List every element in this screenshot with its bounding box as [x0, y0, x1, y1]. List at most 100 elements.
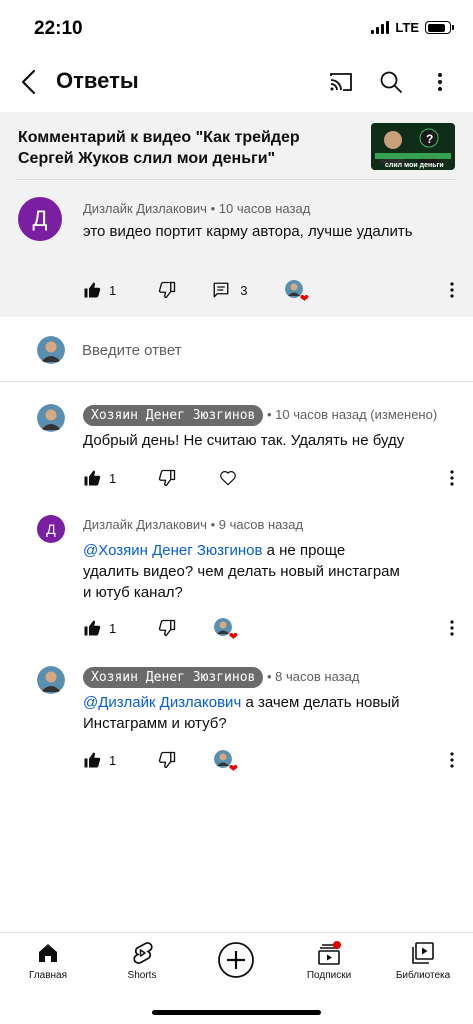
owner-author-chip[interactable]: Хозяин Денег Зюзгинов [83, 667, 264, 688]
comment-text: @Хозяин Денег Зюзгинов а не проще удалит… [83, 540, 403, 603]
more-vert-icon [450, 470, 454, 486]
thumbs-up-filled-icon [84, 282, 101, 298]
battery-icon [425, 21, 454, 34]
more-options-button[interactable] [428, 67, 452, 97]
comment-actions: 1 [83, 748, 176, 772]
dislike-button[interactable] [158, 619, 176, 637]
thumbs-up-filled-icon [84, 752, 101, 768]
replies-button[interactable]: 3 [212, 281, 247, 299]
avatar[interactable] [37, 666, 65, 694]
comment-text: @Дизлайк Дизлакович а зачем делать новый… [83, 692, 413, 734]
like-count: 1 [109, 752, 117, 768]
heart-icon: ❤ [228, 763, 238, 775]
like-count: 1 [109, 620, 117, 636]
nav-shorts-label: Shorts [127, 970, 157, 981]
creator-heart[interactable]: ❤ [214, 750, 238, 775]
back-button[interactable] [14, 66, 46, 98]
avatar[interactable] [37, 404, 65, 432]
comment-text: Добрый день! Не считаю так. Удалять не б… [83, 432, 405, 449]
like-button[interactable]: 1 [83, 619, 116, 637]
creator-heart[interactable]: ❤ [285, 280, 309, 305]
dislike-button[interactable] [158, 751, 176, 769]
nav-subscriptions[interactable]: Подписки [289, 933, 369, 993]
comment-actions: 1 3 [83, 278, 247, 302]
reply-item: Хозяин Денег Зюзгинов • 10 часов назад (… [0, 400, 473, 504]
thumbs-down-icon [159, 751, 176, 769]
subscriptions-icon [318, 941, 341, 965]
comment-meta: Дизлайк Дизлакович • 10 часов назад [83, 201, 310, 216]
comment-icon [213, 282, 229, 298]
more-vert-icon [450, 752, 454, 768]
cast-button[interactable] [326, 67, 356, 97]
like-button[interactable]: 1 [83, 751, 116, 769]
comment-menu-button[interactable] [444, 616, 460, 640]
meta-separator: • [267, 669, 276, 684]
divider [16, 179, 457, 180]
thumbs-up-filled-icon [84, 470, 101, 486]
status-bar: 22:10 LTE [0, 0, 473, 56]
comment-meta: Дизлайк Дизлакович • 9 часов назад [83, 517, 303, 532]
network-label: LTE [395, 20, 419, 35]
mention-link[interactable]: @Хозяин Денег Зюзгинов [83, 542, 262, 559]
meta-separator: • [267, 407, 276, 422]
mention-link[interactable]: @Дизлайк Дизлакович [83, 694, 241, 711]
user-avatar [37, 336, 65, 364]
home-icon [39, 944, 57, 962]
avatar[interactable]: Д [37, 515, 65, 543]
status-icons: LTE [371, 20, 454, 35]
owner-author-chip[interactable]: Хозяин Денег Зюзгинов [83, 405, 264, 426]
comment-meta: Хозяин Денег Зюзгинов • 10 часов назад (… [83, 405, 437, 426]
svg-text:?: ? [426, 132, 433, 146]
signal-icon [371, 21, 390, 34]
heart-button[interactable] [219, 469, 237, 487]
nav-create-button[interactable] [196, 933, 276, 993]
cast-icon [330, 73, 352, 91]
app-header: Ответы [0, 56, 473, 112]
like-button[interactable]: 1 [83, 281, 116, 299]
thumbs-down-icon [159, 469, 176, 487]
comment-menu-button[interactable] [444, 748, 460, 772]
comment-time: 10 часов назад (изменено) [275, 407, 438, 422]
search-button[interactable] [376, 67, 406, 97]
avatar[interactable]: Д [18, 197, 62, 241]
comment-time: 10 часов назад [218, 201, 311, 216]
comment-menu-button[interactable] [444, 466, 460, 490]
status-time: 22:10 [34, 18, 83, 39]
home-indicator[interactable] [152, 1010, 321, 1015]
shorts-icon [133, 942, 153, 964]
like-button[interactable]: 1 [83, 469, 116, 487]
reply-item: Хозяин Денег Зюзгинов • 8 часов назад @Д… [0, 664, 473, 784]
creator-heart[interactable]: ❤ [214, 618, 238, 643]
video-title[interactable]: Комментарий к видео "Как трейдер Сергей … [18, 127, 358, 169]
comment-author[interactable]: Дизлайк Дизлакович [83, 517, 207, 532]
heart-icon: ❤ [228, 631, 238, 643]
more-vert-icon [438, 73, 442, 91]
comment-text: это видео портит карму автора, лучше уда… [83, 223, 413, 240]
nav-library-label: Библиотека [395, 970, 451, 981]
more-vert-icon [450, 282, 454, 298]
library-icon [412, 942, 434, 964]
reply-box [0, 318, 473, 382]
more-vert-icon [450, 620, 454, 636]
nav-home[interactable]: Главная [8, 933, 88, 993]
comment-author[interactable]: Дизлайк Дизлакович [83, 201, 207, 216]
like-count: 1 [109, 282, 117, 298]
reply-input[interactable] [82, 338, 422, 362]
add-circle-icon [218, 942, 254, 978]
nav-library[interactable]: Библиотека [383, 933, 463, 993]
dislike-button[interactable] [158, 469, 176, 487]
heart-icon: ❤ [299, 293, 309, 305]
comment-time: 9 часов назад [218, 517, 304, 532]
nav-shorts[interactable]: Shorts [102, 933, 182, 993]
comment-actions: 1 [83, 616, 176, 640]
dislike-button[interactable] [158, 281, 176, 299]
comment-actions: 1 [83, 466, 237, 490]
like-count: 1 [109, 470, 117, 486]
comment-menu-button[interactable] [444, 278, 460, 302]
parent-comment-section: Комментарий к видео "Как трейдер Сергей … [0, 112, 473, 317]
nav-subscriptions-label: Подписки [306, 970, 352, 981]
video-thumbnail[interactable]: ? слил мои деньги [371, 123, 455, 170]
thumbs-down-icon [159, 619, 176, 637]
nav-home-label: Главная [28, 970, 68, 981]
replies-count: 3 [240, 282, 248, 298]
